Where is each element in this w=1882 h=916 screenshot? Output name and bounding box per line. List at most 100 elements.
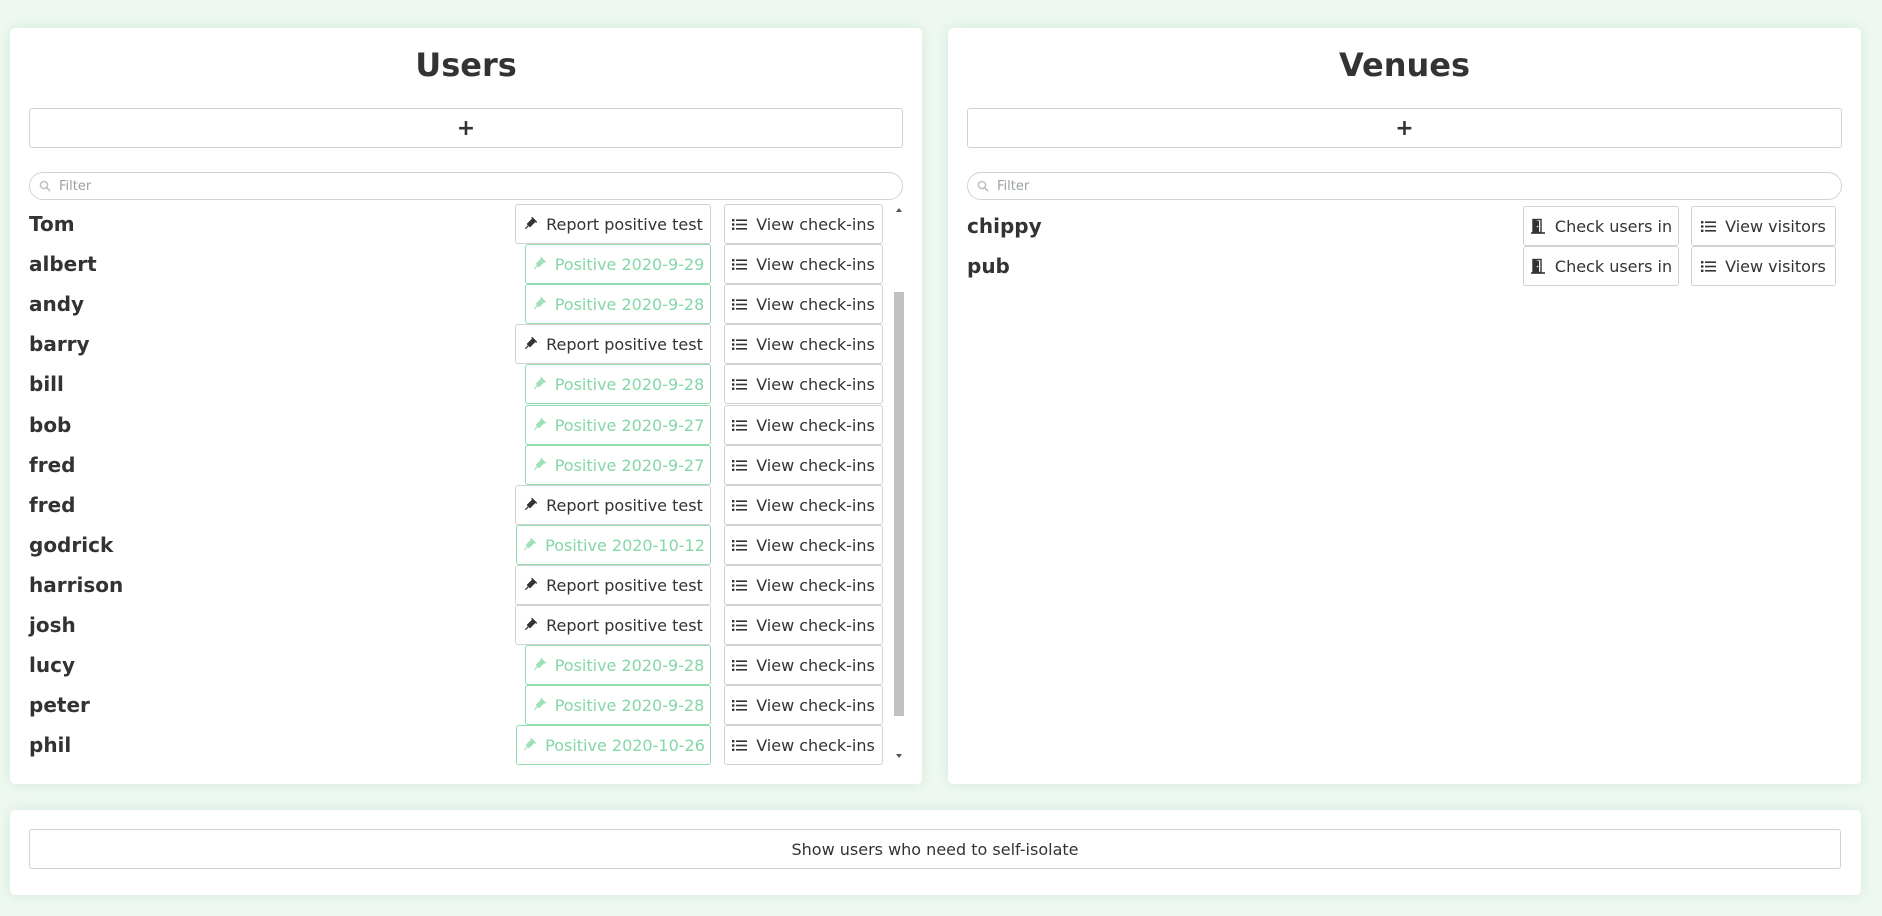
view-check-ins-button[interactable]: View check-ins [724, 725, 883, 765]
list-icon [732, 739, 748, 752]
test-status-label: Report positive test [546, 575, 703, 595]
view-check-ins-label: View check-ins [756, 495, 875, 515]
view-check-ins-button[interactable]: View check-ins [724, 284, 883, 324]
list-icon [732, 258, 748, 271]
view-visitors-button[interactable]: View visitors [1691, 246, 1836, 286]
scroll-down-arrow-icon[interactable] [892, 750, 905, 762]
users-filter-input[interactable]: Filter [29, 172, 903, 200]
test-status-label: Positive 2020-9-28 [554, 374, 705, 394]
test-status-label: Positive 2020-9-28 [554, 655, 705, 675]
view-check-ins-label: View check-ins [756, 655, 875, 675]
user-row: harrison Report positive test View check-i… [10, 565, 922, 605]
users-title: Users [415, 46, 517, 84]
view-check-ins-button[interactable]: View check-ins [724, 204, 883, 244]
user-name: bill [29, 372, 64, 396]
positive-test-button[interactable]: Positive 2020-9-28 [525, 284, 711, 324]
test-status-label: Positive 2020-9-29 [554, 254, 705, 274]
user-name: godrick [29, 533, 114, 557]
view-check-ins-label: View check-ins [756, 615, 875, 635]
add-venue-button[interactable]: + [967, 108, 1842, 148]
report-positive-test-button[interactable]: Report positive test [515, 204, 711, 244]
user-name: fred [29, 453, 76, 477]
view-check-ins-button[interactable]: View check-ins [724, 445, 883, 485]
user-name: bob [29, 413, 72, 437]
test-status-label: Report positive test [546, 495, 703, 515]
venue-row: pub Check users in View visitors [948, 246, 1861, 286]
user-row: bill Positive 2020-9-28 View check-ins [10, 364, 922, 404]
user-row: lucy Positive 2020-9-28 View check-ins [10, 645, 922, 685]
syringe-icon [532, 377, 546, 391]
report-positive-test-button[interactable]: Report positive test [515, 485, 711, 525]
check-users-in-label: Check users in [1554, 216, 1673, 236]
syringe-icon [532, 257, 546, 271]
view-check-ins-button[interactable]: View check-ins [724, 525, 883, 565]
view-check-ins-button[interactable]: View check-ins [724, 645, 883, 685]
check-users-in-button[interactable]: Check users in [1523, 246, 1679, 286]
scroll-up-arrow-icon[interactable] [892, 204, 905, 216]
test-status-label: Positive 2020-9-28 [554, 695, 705, 715]
view-check-ins-label: View check-ins [756, 334, 875, 354]
users-filter-placeholder: Filter [59, 178, 92, 194]
view-check-ins-button[interactable]: View check-ins [724, 324, 883, 364]
venues-filter-input[interactable]: Filter [967, 172, 1842, 200]
list-icon [732, 218, 748, 231]
syringe-icon [532, 658, 546, 672]
view-check-ins-label: View check-ins [756, 294, 875, 314]
view-visitors-button[interactable]: View visitors [1691, 206, 1836, 246]
user-name: lucy [29, 653, 75, 677]
positive-test-button[interactable]: Positive 2020-9-29 [525, 244, 711, 284]
view-check-ins-label: View check-ins [756, 374, 875, 394]
venues-filter-placeholder: Filter [997, 178, 1030, 194]
syringe-icon [523, 337, 538, 351]
user-row: josh Report positive test View check-ins [10, 605, 922, 645]
report-positive-test-button[interactable]: Report positive test [515, 565, 711, 605]
check-users-in-button[interactable]: Check users in [1523, 206, 1679, 246]
syringe-icon [522, 538, 537, 552]
syringe-icon [532, 698, 546, 712]
positive-test-button[interactable]: Positive 2020-9-28 [525, 364, 711, 404]
view-visitors-label: View visitors [1725, 216, 1826, 236]
user-row: albert Positive 2020-9-29 View check-ins [10, 244, 922, 284]
user-name: harrison [29, 573, 124, 597]
list-icon [732, 298, 748, 311]
report-positive-test-button[interactable]: Report positive test [515, 324, 711, 364]
test-status-label: Positive 2020-9-27 [554, 415, 705, 435]
syringe-icon [532, 418, 546, 432]
positive-test-button[interactable]: Positive 2020-9-28 [525, 645, 711, 685]
venue-name: pub [967, 254, 1010, 278]
report-positive-test-button[interactable]: Report positive test [515, 605, 711, 645]
test-status-label: Positive 2020-9-27 [554, 455, 705, 475]
add-user-button[interactable]: + [29, 108, 903, 148]
view-check-ins-button[interactable]: View check-ins [724, 364, 883, 404]
list-icon [1701, 220, 1717, 233]
positive-test-button[interactable]: Positive 2020-10-26 [516, 725, 711, 765]
view-check-ins-label: View check-ins [756, 575, 875, 595]
user-name: josh [29, 613, 76, 637]
view-check-ins-button[interactable]: View check-ins [724, 405, 883, 445]
scrollbar-thumb[interactable] [894, 292, 904, 716]
view-check-ins-button[interactable]: View check-ins [724, 605, 883, 645]
view-check-ins-button[interactable]: View check-ins [724, 485, 883, 525]
list-icon [732, 619, 748, 632]
view-check-ins-label: View check-ins [756, 415, 875, 435]
search-icon [39, 177, 51, 196]
view-check-ins-button[interactable]: View check-ins [724, 685, 883, 725]
show-self-isolate-button[interactable]: Show users who need to self-isolate [29, 829, 1841, 869]
syringe-icon [523, 618, 538, 632]
user-row: Tom Report positive test View check-ins [10, 204, 922, 244]
test-status-label: Positive 2020-9-28 [554, 294, 705, 314]
positive-test-button[interactable]: Positive 2020-9-27 [525, 405, 711, 445]
door-icon [1530, 218, 1546, 234]
list-icon [732, 459, 748, 472]
positive-test-button[interactable]: Positive 2020-10-12 [516, 525, 711, 565]
venue-name: chippy [967, 214, 1042, 238]
positive-test-button[interactable]: Positive 2020-9-27 [525, 445, 711, 485]
view-visitors-label: View visitors [1725, 256, 1826, 276]
list-icon [732, 419, 748, 432]
view-check-ins-button[interactable]: View check-ins [724, 244, 883, 284]
positive-test-button[interactable]: Positive 2020-9-28 [525, 685, 711, 725]
view-check-ins-button[interactable]: View check-ins [724, 565, 883, 605]
check-users-in-label: Check users in [1554, 256, 1673, 276]
user-list-scrollbar[interactable] [892, 204, 905, 762]
search-icon [977, 177, 989, 196]
